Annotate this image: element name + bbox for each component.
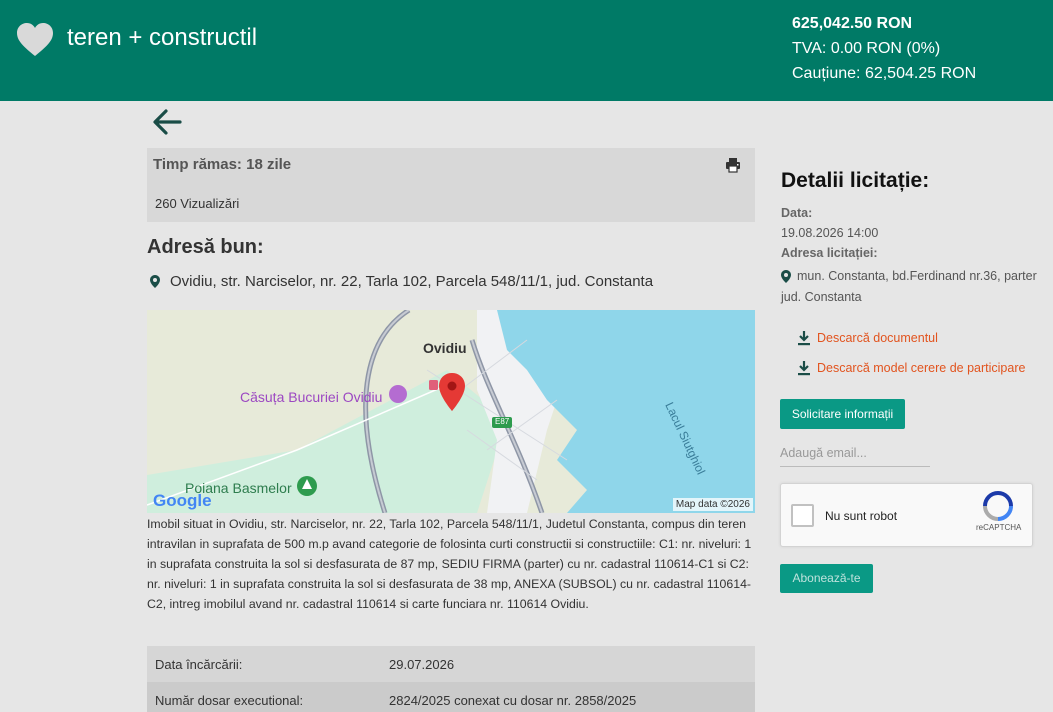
download-document-link[interactable]: Descarcă documentul (797, 330, 938, 346)
detail-key: Data încărcării: (155, 657, 243, 672)
subscribe-button[interactable]: Abonează-te (780, 564, 873, 593)
recaptcha-brand: reCAPTCHA (976, 523, 1022, 532)
auction-details-title: Detalii licitație: (781, 169, 930, 192)
time-remaining: Timp rămas: 18 zile (153, 156, 291, 173)
download-document-label: Descarcă documentul (817, 331, 938, 345)
auction-address-label: Adresa licitației: (781, 246, 878, 260)
tva-value: TVA: 0.00 RON (0%) (792, 40, 941, 57)
location-map[interactable]: Ovidiu Căsuța Bucuriei Ovidiu Poiana Bas… (147, 310, 755, 513)
cautiune-value: Cauțiune: 62,504.25 RON (792, 65, 977, 82)
address-title: Adresă bun: (147, 236, 264, 258)
map-town-label: Ovidiu (423, 340, 467, 356)
detail-row: Data încărcării: 29.07.2026 (147, 646, 755, 682)
auction-address: mun. Constanta, bd.Ferdinand nr.36, part… (781, 266, 1037, 308)
back-arrow-icon[interactable] (150, 106, 186, 138)
auction-date-label: Data: (781, 206, 813, 220)
price-box: 625,042.50 RON TVA: 0.00 RON (0%) Cauțiu… (792, 11, 976, 86)
address-line: Ovidiu, str. Narciselor, nr. 22, Tarla 1… (150, 273, 653, 290)
auction-date-value: 19.08.2026 14:00 (781, 226, 879, 240)
map-attribution[interactable]: Map data ©2026 (672, 498, 753, 511)
address-text: Ovidiu, str. Narciselor, nr. 22, Tarla 1… (170, 273, 654, 290)
property-description: Imobil situat in Ovidiu, str. Narciselor… (147, 517, 752, 611)
recaptcha-checkbox[interactable] (791, 504, 814, 527)
print-icon[interactable] (725, 157, 741, 173)
download-model-link[interactable]: Descarcă model cerere de participare (797, 360, 1025, 376)
time-views-box: Timp rămas: 18 zile 260 Vizualizări (147, 148, 755, 222)
auction-address-line2: jud. Constanta (781, 290, 862, 304)
request-info-button[interactable]: Solicitare informații (780, 399, 905, 429)
location-pin-icon (781, 270, 791, 284)
google-logo: Google (153, 491, 212, 510)
recaptcha-widget: Nu sunt robot reCAPTCHA (780, 483, 1033, 547)
detail-value: 2824/2025 conexat cu dosar nr. 2858/2025 (389, 693, 637, 708)
auction-address-line1: mun. Constanta, bd.Ferdinand nr.36, part… (797, 269, 1037, 283)
map-road-label: E87 (495, 417, 510, 426)
top-header: teren + constructil 625,042.50 RON TVA: … (0, 0, 1053, 101)
download-model-label: Descarcă model cerere de participare (817, 361, 1026, 375)
views-count: 260 Vizualizări (155, 196, 240, 211)
email-input[interactable] (780, 440, 930, 467)
price-value: 625,042.50 RON (792, 15, 913, 32)
time-remaining-label: Timp rămas: (153, 156, 242, 173)
download-icon (798, 361, 810, 376)
map-place-casuta: Căsuța Bucuriei Ovidiu (240, 389, 383, 405)
time-remaining-value: 18 zile (246, 156, 292, 173)
recaptcha-logo-icon (983, 491, 1013, 521)
heart-icon[interactable] (16, 22, 54, 58)
detail-key: Număr dosar executional: (155, 693, 304, 708)
detail-value: 29.07.2026 (389, 657, 455, 672)
download-icon (798, 331, 810, 346)
recaptcha-label: Nu sunt robot (825, 509, 898, 523)
page-title: teren + constructil (67, 24, 258, 51)
detail-row: Număr dosar executional: 2824/2025 conex… (147, 682, 755, 712)
location-pin-icon (150, 275, 160, 288)
